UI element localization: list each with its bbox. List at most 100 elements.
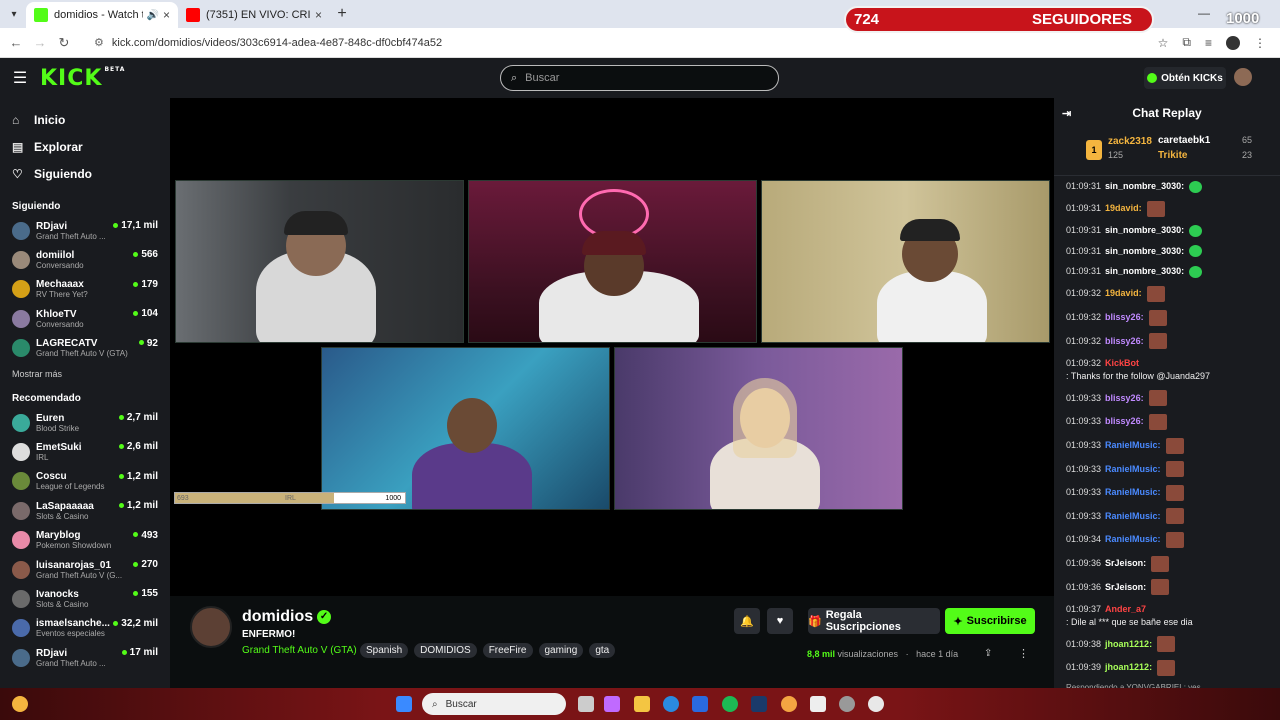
message-user[interactable]: sin_nombre_3030: <box>1105 265 1184 278</box>
channel-category: Grand Theft Auto ... <box>36 658 106 668</box>
channel-item[interactable]: Mechaaax RV There Yet? 179 <box>0 275 170 304</box>
message-user[interactable]: RanielMusic: <box>1105 439 1161 452</box>
chat-message: 01:09:32 KickBot: Thanks for the follow @… <box>1066 357 1268 383</box>
media-control-icon[interactable]: ≡ <box>1205 36 1212 50</box>
channel-item[interactable]: Coscu League of Legends 1,2 mil <box>0 467 170 496</box>
minimize-icon[interactable]: — <box>1198 6 1210 20</box>
channel-item[interactable]: RDjavi Grand Theft Auto ... 17,1 mil <box>0 216 170 245</box>
notification-bell-button[interactable]: 🔔 <box>734 608 760 634</box>
message-user[interactable]: blissy26: <box>1105 335 1144 348</box>
message-user[interactable]: RanielMusic: <box>1105 533 1161 546</box>
subscribe-button[interactable]: ✦ Suscribirse <box>945 608 1035 634</box>
channel-item[interactable]: ismaelsanche... Eventos especiales 32,2 mi… <box>0 614 170 643</box>
message-user[interactable]: SrJeison: <box>1105 557 1146 570</box>
channel-item[interactable]: LAGRECATV Grand Theft Auto V (GTA) 92 <box>0 334 170 363</box>
app-icon[interactable] <box>781 696 797 712</box>
sidebar-item-siguiendo[interactable]: ♡ Siguiendo <box>0 160 170 187</box>
weather-icon[interactable] <box>12 696 28 712</box>
message-user[interactable]: jhoan1212: <box>1105 661 1152 674</box>
sidebar-item-explorar[interactable]: ▤ Explorar <box>0 133 170 160</box>
channel-avatar[interactable] <box>190 606 232 648</box>
close-tab-icon[interactable]: × <box>315 8 322 22</box>
channel-item[interactable]: Ivanocks Slots & Casino 155 <box>0 584 170 613</box>
channel-name[interactable]: domidios ✓ <box>242 608 332 626</box>
channel-item[interactable]: Maryblog Pokemon Showdown 493 <box>0 526 170 555</box>
file-explorer-icon[interactable] <box>634 696 650 712</box>
close-tab-icon[interactable]: × <box>163 8 170 22</box>
more-options-icon[interactable]: ⋮ <box>1018 647 1029 660</box>
leader-3-name[interactable]: Trikite <box>1158 150 1187 161</box>
message-user[interactable]: SrJeison: <box>1105 581 1146 594</box>
tab-list-chevron-icon[interactable]: ▾ <box>2 2 26 26</box>
task-view-icon[interactable] <box>578 696 594 712</box>
message-user[interactable]: sin_nombre_3030: <box>1105 224 1184 237</box>
message-user[interactable]: sin_nombre_3030: <box>1105 180 1184 193</box>
channel-avatar <box>12 251 30 270</box>
channel-item[interactable]: LaSapaaaaa Slots & Casino 1,2 mil <box>0 496 170 525</box>
show-more-link[interactable]: Mostrar más <box>0 369 170 379</box>
tag-pill[interactable]: FreeFire <box>482 643 533 658</box>
message-user[interactable]: sin_nombre_3030: <box>1105 245 1184 258</box>
message-user[interactable]: 19david: <box>1105 202 1142 215</box>
tab-kick-vod[interactable]: domidios - Watch the VOD 🔊 × <box>26 2 178 28</box>
channel-item[interactable]: Euren Blood Strike 2,7 mil <box>0 408 170 437</box>
chat-message: 01:09:37 Ander_a7: Dile al *** que se bañ… <box>1066 603 1268 629</box>
message-user[interactable]: RanielMusic: <box>1105 510 1161 523</box>
message-user[interactable]: blissy26: <box>1105 415 1144 428</box>
follow-heart-button[interactable]: ♥ <box>767 608 793 634</box>
channel-item[interactable]: RDjavi Grand Theft Auto ... 17 mil <box>0 643 170 672</box>
tag-pill[interactable]: DOMIDIOS <box>414 643 477 658</box>
channel-item[interactable]: KhloeTV Conversando 104 <box>0 304 170 333</box>
channel-item[interactable]: luisanarojas_01 Grand Theft Auto V (G... 2… <box>0 555 170 584</box>
bookmark-star-icon[interactable]: ☆ <box>1158 36 1169 50</box>
message-user[interactable]: RanielMusic: <box>1105 463 1161 476</box>
message-user[interactable]: KickBot <box>1105 357 1139 370</box>
tag-pill[interactable]: Spanish <box>360 643 409 658</box>
forward-icon[interactable]: → <box>28 35 52 50</box>
message-user[interactable]: blissy26: <box>1105 392 1144 405</box>
chrome-icon[interactable] <box>868 696 884 712</box>
reload-icon[interactable]: ↻ <box>52 35 76 51</box>
app-icon[interactable] <box>839 696 855 712</box>
url-field[interactable]: ⚙ kick.com/domidios/videos/303c6914-adea-… <box>94 36 1158 49</box>
tab-youtube[interactable]: (7351) EN VIVO: CRISTIAN CAS × <box>178 2 330 28</box>
emote-icon <box>1189 224 1203 237</box>
app-icon[interactable] <box>810 696 826 712</box>
site-info-icon[interactable]: ⚙ <box>94 37 104 49</box>
spotify-icon[interactable] <box>722 696 738 712</box>
tag-pill[interactable]: gta <box>589 643 616 658</box>
copilot-icon[interactable] <box>604 696 620 712</box>
start-windows-icon[interactable] <box>396 696 412 712</box>
message-user[interactable]: RanielMusic: <box>1105 486 1161 499</box>
menu-icon[interactable]: ☰ <box>0 68 40 88</box>
message-user[interactable]: Ander_a7 <box>1105 603 1146 616</box>
collapse-chat-icon[interactable]: ⇥ <box>1062 107 1071 120</box>
message-user[interactable]: jhoan1212: <box>1105 638 1152 651</box>
new-tab-icon[interactable]: + <box>330 2 354 26</box>
tag-pill[interactable]: gaming <box>538 643 584 658</box>
profile-avatar-icon[interactable] <box>1226 35 1240 50</box>
message-user[interactable]: blissy26: <box>1105 311 1144 324</box>
steam-icon[interactable] <box>751 696 767 712</box>
channel-item[interactable]: domiilol Conversando 566 <box>0 245 170 274</box>
kick-logo[interactable]: KICK BETA <box>40 66 125 91</box>
extensions-icon[interactable]: ⧉ <box>1182 35 1191 50</box>
get-kicks-button[interactable]: Obtén KICKs <box>1144 67 1226 89</box>
user-avatar[interactable] <box>1234 68 1252 86</box>
store-icon[interactable] <box>692 696 708 712</box>
sidebar-item-inicio[interactable]: ⌂ Inicio <box>0 106 170 133</box>
leader-2-name[interactable]: caretaebk1 <box>1158 135 1210 146</box>
category-link[interactable]: Grand Theft Auto V (GTA) <box>242 645 357 656</box>
speaker-icon[interactable]: 🔊 <box>147 10 159 21</box>
leader-1-name[interactable]: zack2318 <box>1108 136 1152 147</box>
gift-subs-button[interactable]: 🎁 Regala Suscripciones <box>808 608 940 634</box>
message-user[interactable]: 19david: <box>1105 287 1142 300</box>
share-icon[interactable]: ⇪ <box>984 648 992 659</box>
channel-item[interactable]: EmetSuki IRL 2,6 mil <box>0 437 170 466</box>
taskbar-search-input[interactable]: ⌕ Buscar <box>422 693 566 715</box>
edge-icon[interactable] <box>663 696 679 712</box>
back-icon[interactable]: ← <box>4 35 28 50</box>
search-input[interactable]: ⌕ Buscar <box>500 65 779 91</box>
video-player[interactable]: 693 IRL 1000 <box>170 98 1054 596</box>
browser-menu-icon[interactable]: ⋮ <box>1254 36 1266 50</box>
